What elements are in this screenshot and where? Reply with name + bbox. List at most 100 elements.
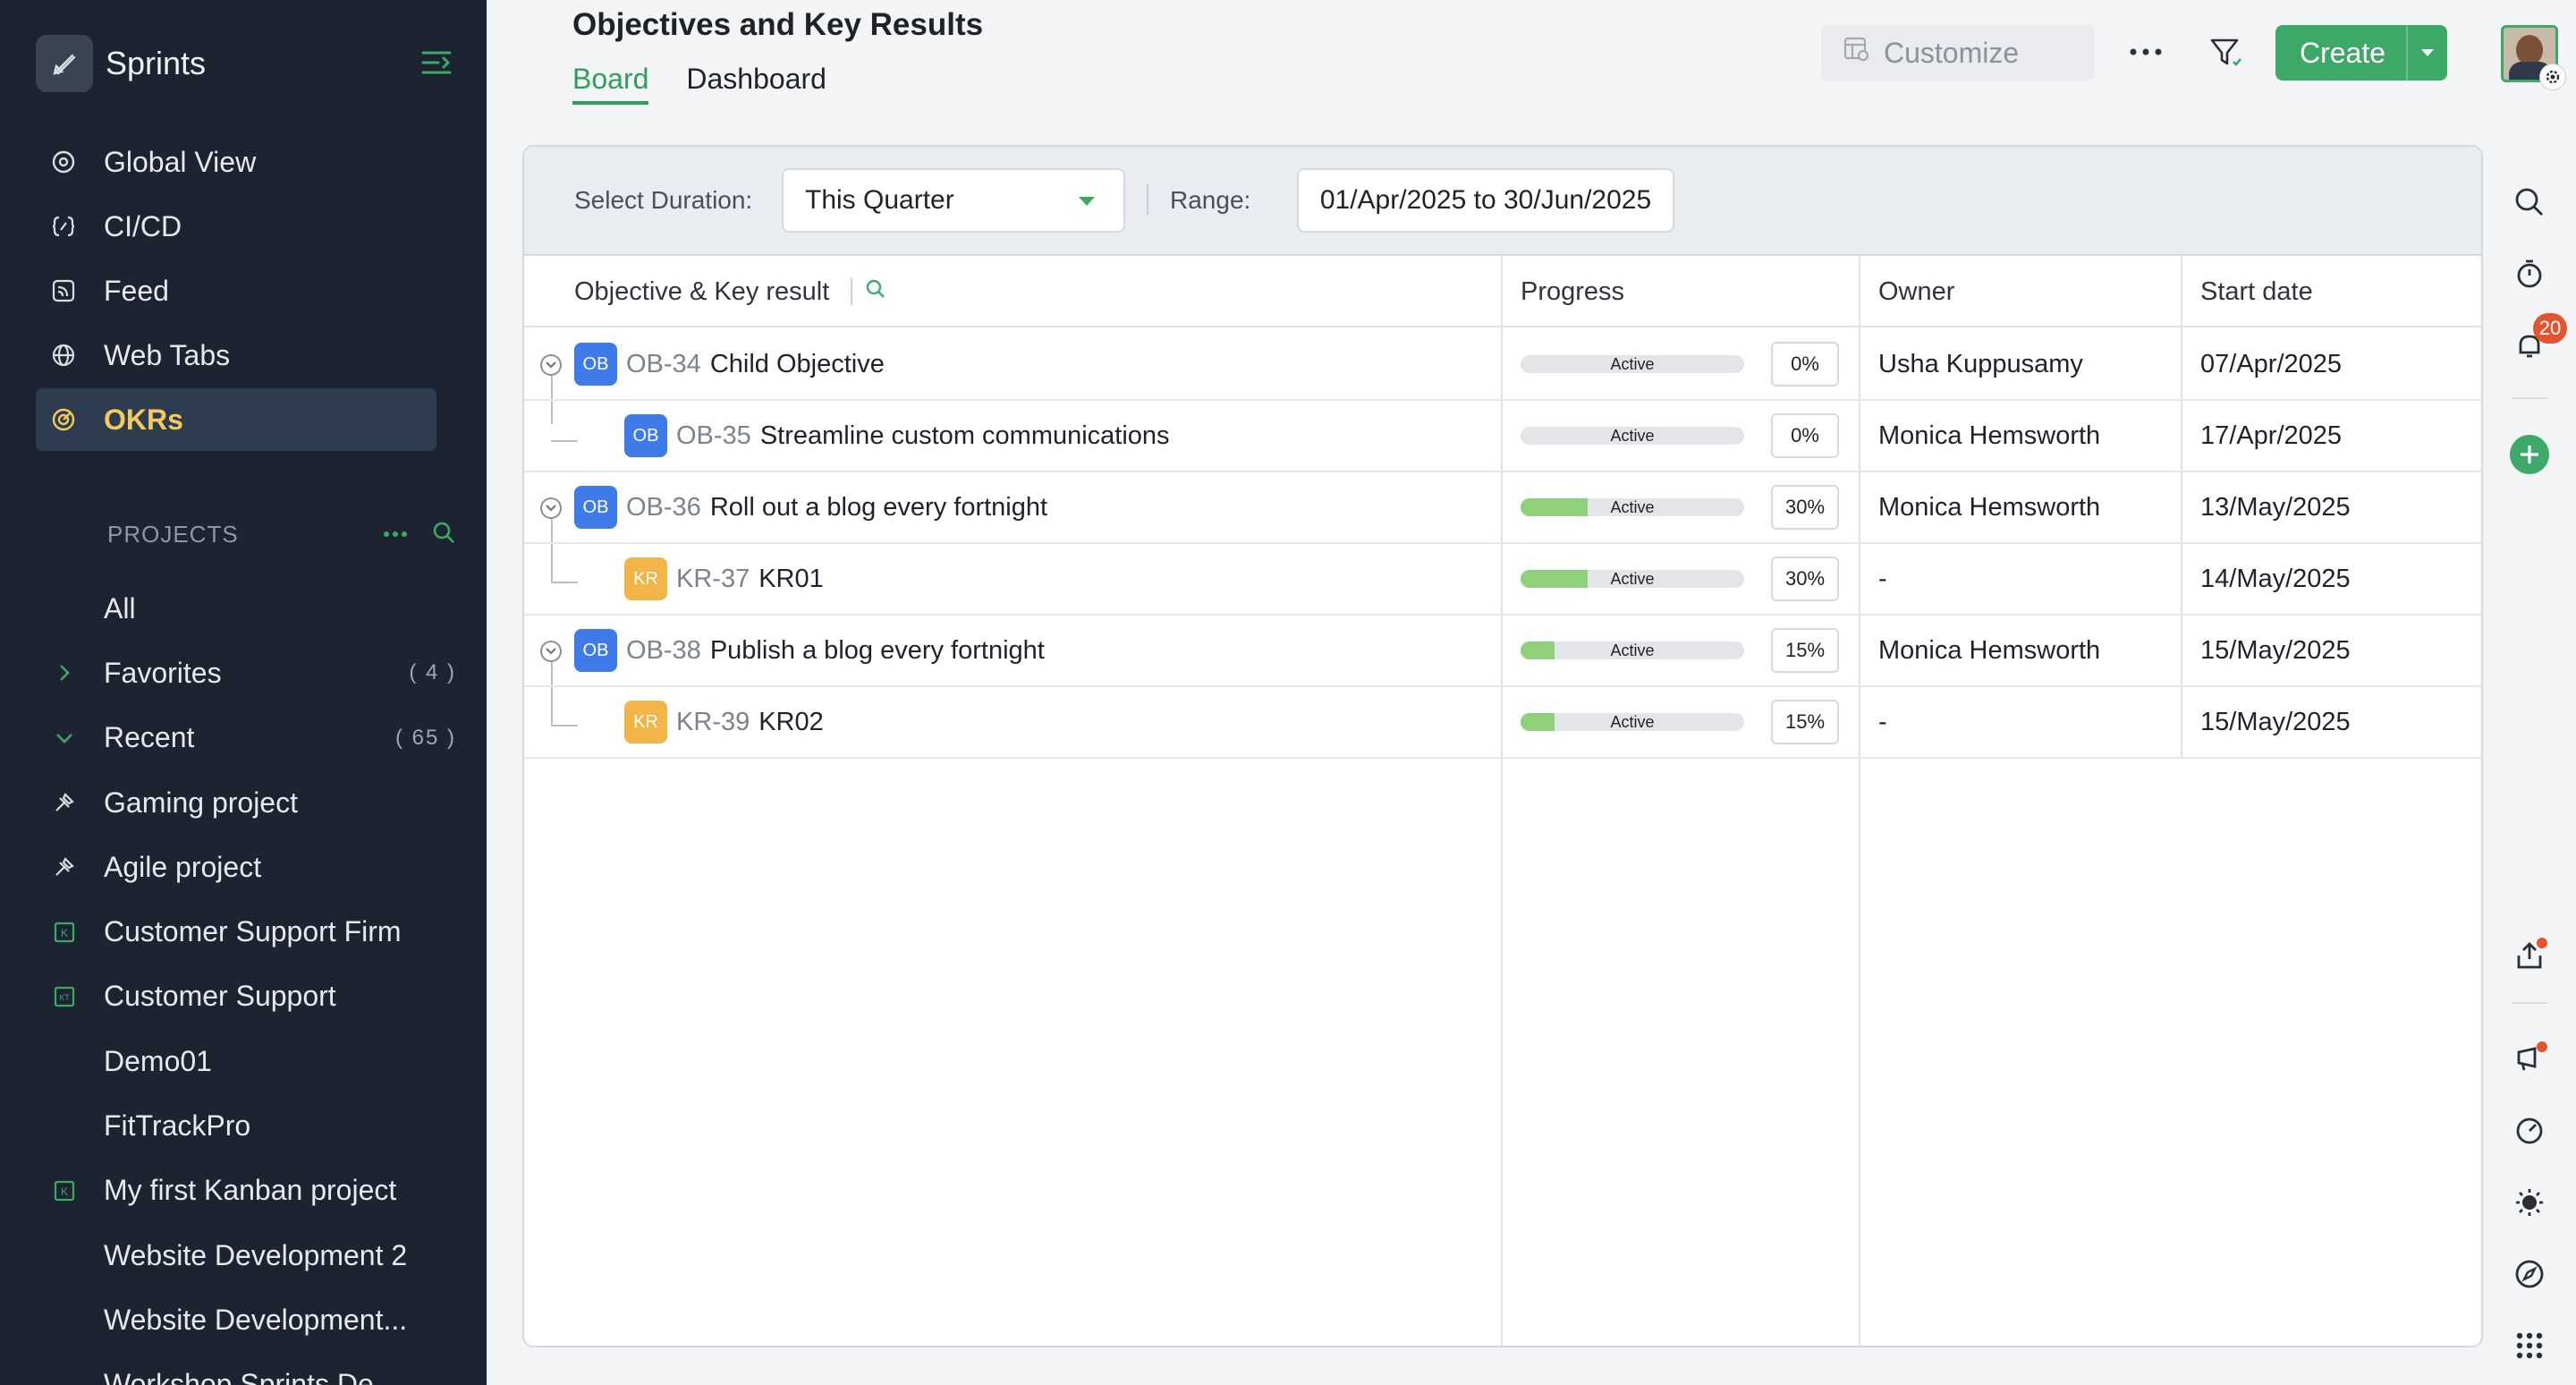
column-header-start-date: Start date <box>2200 276 2313 306</box>
customize-button[interactable]: Customize <box>1821 25 2095 81</box>
progress-percent[interactable]: 0% <box>1771 413 1839 458</box>
project-item-all[interactable]: All <box>36 576 456 641</box>
item-id[interactable]: KR-37 <box>676 565 750 594</box>
key-result-type-badge: KR <box>624 557 667 600</box>
add-circle-icon[interactable] <box>2501 429 2558 480</box>
item-title[interactable]: Roll out a blog every fortnight <box>710 493 1047 523</box>
project-item-demo01[interactable]: Demo01 <box>36 1029 456 1093</box>
range-label: Range: <box>1170 186 1251 214</box>
duration-select[interactable]: This Quarter <box>782 168 1125 233</box>
create-label: Create <box>2299 36 2386 69</box>
progress-percent[interactable]: 30% <box>1771 557 1839 601</box>
progress-status: Active <box>1610 642 1655 659</box>
create-button[interactable]: Create <box>2275 25 2447 81</box>
progress-percent[interactable]: 30% <box>1771 485 1839 530</box>
start-date-cell[interactable]: 07/Apr/2025 <box>2200 329 2342 399</box>
speedometer-icon[interactable] <box>2501 1106 2558 1156</box>
range-field[interactable]: 01/Apr/2025 to 30/Jun/2025 <box>1297 168 1674 233</box>
project-item-website-dev[interactable]: Website Development... <box>36 1287 456 1352</box>
table-row[interactable]: KR KR-37 KR01 Active 30% - 14/May/2025 <box>524 544 2481 616</box>
okr-board: Select Duration: This Quarter Range: 01/… <box>522 145 2483 1347</box>
project-label: Website Development... <box>104 1303 408 1336</box>
project-item-agile[interactable]: Agile project <box>36 835 456 899</box>
filter-icon[interactable] <box>2206 32 2247 73</box>
notification-count-badge: 20 <box>2533 313 2567 344</box>
timer-icon[interactable] <box>2501 249 2558 299</box>
chevron-down-icon[interactable] <box>48 732 80 744</box>
duration-value: This Quarter <box>805 185 954 215</box>
item-id[interactable]: KR-39 <box>676 708 750 737</box>
project-item-customer-support-firm[interactable]: K Customer Support Firm <box>36 899 456 964</box>
tab-dashboard[interactable]: Dashboard <box>686 63 826 105</box>
project-item-recent[interactable]: Recent ( 65 ) <box>36 706 456 770</box>
table-row[interactable]: KR KR-39 KR02 Active 15% - 15/May/2025 <box>524 687 2481 759</box>
nav-item-web-tabs[interactable]: Web Tabs <box>36 324 436 387</box>
user-avatar[interactable] <box>2501 25 2566 90</box>
page-title: Objectives and Key Results <box>572 7 984 42</box>
key-result-cell: KR KR-39 KR02 <box>624 687 824 757</box>
project-item-first-kanban[interactable]: K My first Kanban project <box>36 1159 456 1223</box>
global-search-icon[interactable] <box>2501 177 2558 227</box>
item-id[interactable]: OB-34 <box>626 350 701 379</box>
progress-status: Active <box>1610 713 1655 731</box>
item-id[interactable]: OB-38 <box>626 636 701 666</box>
table-row[interactable]: OB OB-36 Roll out a blog every fortnight… <box>524 472 2481 544</box>
item-id[interactable]: OB-35 <box>676 421 751 451</box>
item-title[interactable]: KR02 <box>758 708 824 737</box>
progress-percent[interactable]: 0% <box>1771 342 1839 387</box>
start-date-cell[interactable]: 15/May/2025 <box>2200 687 2351 757</box>
project-item-favorites[interactable]: Favorites ( 4 ) <box>36 641 456 705</box>
owner-cell[interactable]: - <box>1878 687 1887 757</box>
column-search-icon[interactable] <box>865 277 886 307</box>
progress-percent[interactable]: 15% <box>1771 700 1839 744</box>
chevron-right-icon[interactable] <box>48 663 80 683</box>
nav-item-cicd[interactable]: CI/CD <box>36 195 436 258</box>
announcements-icon[interactable] <box>2501 1034 2558 1084</box>
project-item-website-dev-2[interactable]: Website Development 2 <box>36 1223 456 1287</box>
more-options-icon[interactable] <box>2125 34 2166 70</box>
project-item-workshop-sprints[interactable]: Workshop Sprints De... <box>36 1353 456 1385</box>
table-row[interactable]: OB OB-34 Child Objective Active 0% Usha … <box>524 329 2481 401</box>
compass-icon[interactable] <box>2501 1249 2558 1299</box>
item-title[interactable]: KR01 <box>758 565 824 594</box>
owner-cell[interactable]: - <box>1878 544 1887 614</box>
theme-sun-icon[interactable] <box>2501 1177 2558 1228</box>
more-projects-icon[interactable] <box>383 526 408 542</box>
table-row[interactable]: OB OB-38 Publish a blog every fortnight … <box>524 616 2481 687</box>
owner-cell[interactable]: Usha Kuppusamy <box>1878 329 2083 399</box>
start-date-cell[interactable]: 15/May/2025 <box>2200 616 2351 685</box>
project-label: FitTrackPro <box>104 1109 251 1143</box>
search-projects-icon[interactable] <box>431 520 456 549</box>
owner-cell[interactable]: Monica Hemsworth <box>1878 616 2100 685</box>
favorites-count: ( 4 ) <box>409 660 456 685</box>
owner-cell[interactable]: Monica Hemsworth <box>1878 472 2100 542</box>
start-date-cell[interactable]: 14/May/2025 <box>2200 544 2351 614</box>
item-title[interactable]: Child Objective <box>710 350 885 379</box>
collapse-row-icon[interactable] <box>540 497 562 519</box>
notifications-icon[interactable]: 20 <box>2501 313 2567 370</box>
nav-item-global-view[interactable]: Global View <box>36 131 436 193</box>
apps-grid-icon[interactable] <box>2501 1321 2558 1371</box>
owner-cell[interactable]: Monica Hemsworth <box>1878 401 2100 471</box>
project-item-fittrackpro[interactable]: FitTrackPro <box>36 1093 456 1158</box>
progress-percent[interactable]: 15% <box>1771 628 1839 673</box>
table-row[interactable]: OB OB-35 Streamline custom communication… <box>524 401 2481 472</box>
item-title[interactable]: Streamline custom communications <box>760 421 1170 451</box>
collapse-sidebar-icon[interactable] <box>417 43 456 82</box>
tab-board[interactable]: Board <box>572 63 649 105</box>
collapse-row-icon[interactable] <box>540 354 562 376</box>
project-item-gaming[interactable]: Gaming project <box>36 770 456 835</box>
collapse-row-icon[interactable] <box>540 641 562 662</box>
share-icon[interactable] <box>2501 930 2558 981</box>
sidebar: Sprints Global View CI/CD Feed Web Tabs … <box>0 0 487 1385</box>
item-id[interactable]: OB-36 <box>626 493 701 523</box>
start-date-cell[interactable]: 17/Apr/2025 <box>2200 401 2342 471</box>
nav-item-feed[interactable]: Feed <box>36 259 436 322</box>
nav-item-okrs[interactable]: OKRs <box>36 388 436 451</box>
settings-gear-icon[interactable] <box>2539 64 2566 90</box>
start-date-cell[interactable]: 13/May/2025 <box>2200 472 2351 542</box>
create-dropdown-icon[interactable] <box>2406 25 2447 81</box>
item-title[interactable]: Publish a blog every fortnight <box>710 636 1045 666</box>
project-item-customer-support[interactable]: KT Customer Support <box>36 964 456 1029</box>
brand[interactable]: Sprints <box>36 34 206 93</box>
